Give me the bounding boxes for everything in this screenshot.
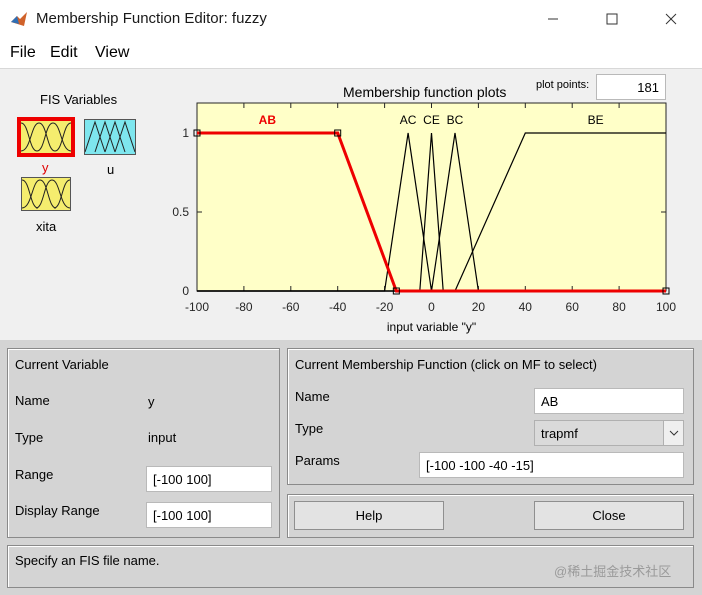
menu-view[interactable]: View — [95, 44, 129, 62]
maximize-icon — [606, 13, 618, 25]
x-tick-label: 40 — [519, 300, 533, 314]
mf-type-value: trapmf — [541, 426, 578, 441]
x-tick-label: 0 — [428, 300, 435, 314]
fis-variable-y[interactable] — [17, 117, 75, 157]
x-tick-label: 80 — [612, 300, 626, 314]
mf-label-bc: BC — [447, 113, 464, 127]
current-variable-header: Current Variable — [15, 357, 109, 372]
display-range-input[interactable]: [-100 100] — [146, 502, 272, 528]
x-tick-label: -100 — [185, 300, 209, 314]
mf-name-label: Name — [295, 389, 330, 404]
plot-area — [196, 102, 667, 292]
current-mf-header: Current Membership Function (click on MF… — [295, 357, 597, 372]
x-tick-label: 60 — [566, 300, 580, 314]
x-tick-label: 20 — [472, 300, 486, 314]
mf-params-label: Params — [295, 453, 340, 468]
chevron-down-icon — [669, 430, 678, 436]
minimize-icon — [548, 18, 558, 20]
fis-variable-xita[interactable] — [21, 177, 71, 211]
x-tick-label: 100 — [656, 300, 676, 314]
maximize-button[interactable] — [589, 4, 635, 34]
mf-params-input[interactable]: [-100 -100 -40 -15] — [419, 452, 684, 478]
fis-variable-u-label: u — [107, 162, 115, 177]
x-tick-label: -80 — [235, 300, 253, 314]
variable-name-label: Name — [15, 393, 50, 408]
gaussian-mf-icon — [22, 179, 70, 209]
mf-label-be: BE — [588, 113, 604, 127]
mf-type-select[interactable]: trapmf — [534, 420, 684, 446]
plot-points-input[interactable]: 181 — [596, 74, 666, 100]
variable-type-value: input — [148, 430, 177, 445]
menu-edit[interactable]: Edit — [50, 44, 78, 62]
fis-variable-xita-label: xita — [36, 219, 57, 234]
status-message: Specify an FIS file name. — [15, 553, 160, 568]
range-input[interactable]: [-100 100] — [146, 466, 272, 492]
mf-label-ab: AB — [259, 113, 277, 127]
x-axis-label: input variable "y" — [387, 320, 476, 334]
mf-name-input[interactable]: AB — [534, 388, 684, 414]
fis-variable-u[interactable] — [84, 119, 136, 155]
close-button[interactable]: Close — [534, 501, 684, 530]
range-label: Range — [15, 467, 54, 482]
x-tick-label: -40 — [329, 300, 347, 314]
menu-file[interactable]: File — [10, 44, 36, 62]
help-button[interactable]: Help — [294, 501, 444, 530]
triangular-mf-icon — [85, 120, 135, 153]
mf-label-ac: AC — [400, 113, 417, 127]
membership-curves-icon — [21, 121, 71, 153]
close-window-button[interactable] — [648, 4, 694, 34]
minimize-button[interactable] — [530, 4, 576, 34]
window-title: Membership Function Editor: fuzzy — [36, 10, 267, 27]
matlab-app-icon — [11, 12, 27, 26]
plot-points-label: plot points: — [536, 79, 590, 91]
y-tick-label: 0 — [182, 284, 189, 298]
variable-name-value: y — [148, 394, 155, 409]
fis-variables-header: FIS Variables — [40, 92, 118, 107]
membership-function-plot[interactable]: -100 -80 -60 -40 -20 0 20 40 60 80 100 0 0.5 1 AC CE BC B… — [160, 98, 690, 340]
mf-label-ce: CE — [423, 113, 440, 127]
mf-type-label: Type — [295, 421, 324, 436]
dropdown-arrow[interactable] — [663, 421, 683, 445]
y-tick-label: 0.5 — [172, 205, 189, 219]
close-icon — [665, 13, 677, 25]
display-range-label: Display Range — [15, 503, 100, 518]
variable-type-label: Type — [15, 430, 44, 445]
x-tick-label: -60 — [282, 300, 300, 314]
fis-variable-y-label: y — [42, 160, 49, 175]
y-tick-label: 1 — [182, 126, 189, 140]
x-tick-label: -20 — [376, 300, 394, 314]
watermark: @稀土掘金技术社区 — [554, 564, 672, 579]
